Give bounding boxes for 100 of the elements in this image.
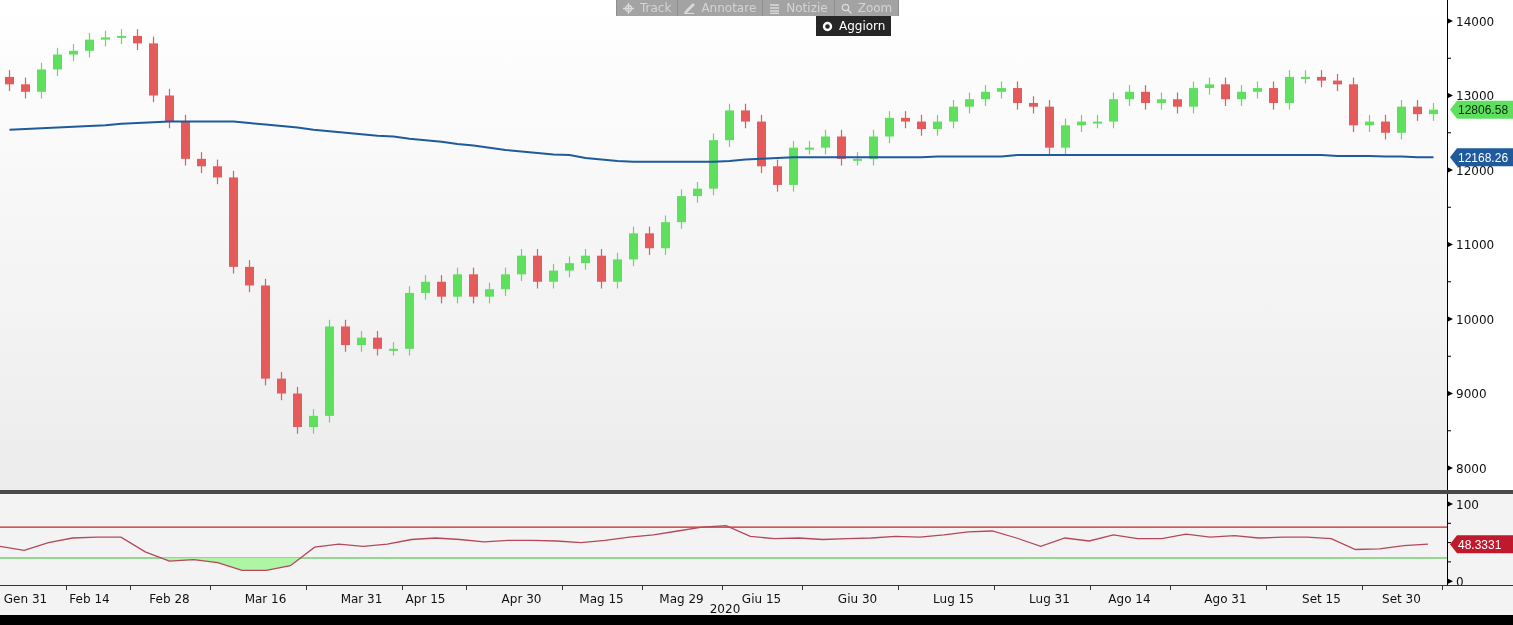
candlestick [53,47,62,77]
candlestick [1317,69,1326,88]
date-label: Apr 15 [405,592,446,606]
candlestick [165,88,174,129]
candlestick [773,159,782,193]
candlestick [645,226,654,256]
candlestick [1109,91,1118,129]
candlestick [1269,80,1278,111]
candlestick [181,114,190,167]
candlestick [437,274,446,304]
candlestick [789,140,798,193]
candlestick [149,36,158,103]
candlestick [565,255,574,278]
date-label: Set 30 [1382,592,1421,606]
year-label: 2020 [709,602,741,616]
candlestick [1221,77,1230,107]
date-label: Ago 31 [1204,592,1247,606]
candlestick [709,132,718,196]
candlestick [949,99,958,129]
candlestick [85,32,94,59]
candlestick [517,248,526,282]
candlestick [981,84,990,107]
candlestick [997,80,1006,100]
axis-label: 9000 [1456,387,1487,401]
candlestick [1285,69,1294,111]
candlestick [341,319,350,353]
candlestick [549,263,558,290]
date-label: Ago 14 [1108,592,1151,606]
candlestick [869,129,878,167]
candlestick [1173,91,1182,114]
candlestick [213,159,222,185]
date-label: Mag 15 [579,592,624,606]
candlestick [1125,84,1134,107]
candlestick [1253,80,1262,100]
candlestick [1013,80,1022,111]
candlestick [389,341,398,357]
value-tag: 48.3331 [1450,535,1513,554]
candlestick [133,28,142,51]
candlestick [245,259,254,293]
date-label: Mar 31 [340,592,383,606]
candlestick [197,151,206,174]
date-label: Mag 29 [659,592,704,606]
candlestick [453,267,462,304]
date-label: Mar 16 [244,592,287,606]
date-label: Lug 15 [933,592,974,606]
candlestick [357,330,366,353]
candlestick [1029,95,1038,114]
date-label: Feb 14 [69,592,110,606]
candlestick [613,252,622,290]
candlestick [1141,84,1150,111]
ring-icon [822,20,833,32]
candlestick [117,28,126,45]
candlestick [69,43,78,62]
candlestick [597,248,606,290]
candlestick [469,267,478,304]
date-label: Set 15 [1302,592,1341,606]
candlestick [629,226,638,267]
search-icon [840,2,852,14]
date-label: Giu 15 [741,592,782,606]
date-label: Gen 31 [3,592,48,606]
pencil-icon [684,2,696,14]
candlestick [1365,114,1374,133]
candlestick [1093,114,1102,129]
candlestick [917,114,926,137]
candlestick [1205,77,1214,96]
date-label: Giu 30 [837,592,878,606]
candlestick [821,129,830,155]
candlestick [661,214,670,256]
candlestick [1301,69,1310,85]
axis-label: 10000 [1456,312,1495,327]
candlestick [1045,99,1054,155]
candlestick [1397,99,1406,141]
candlestick [965,91,974,114]
axis-label: 100 [1456,497,1479,512]
refresh-button[interactable]: Aggiorn [816,16,892,36]
candlestick [1061,118,1070,155]
candlestick [5,69,14,92]
candlestick [1429,102,1438,122]
candlestick [37,62,46,100]
date-label: Apr 30 [501,592,542,606]
candlestick [373,330,382,357]
candlestick [741,103,750,129]
candlestick [309,408,318,435]
candlestick [277,371,286,401]
candlestick [405,285,414,357]
candlestick [1381,114,1390,141]
candlestick [1077,114,1086,133]
axis-label: 13000 [1456,89,1495,103]
candlestick [101,30,110,47]
axis-label: 11000 [1456,238,1495,252]
date-label: Lug 31 [1029,592,1070,606]
candlestick [853,151,862,167]
candlestick [581,248,590,271]
list-icon [769,2,781,14]
candlestick [1157,91,1166,111]
axis-label: 8000 [1456,461,1487,476]
candlestick [805,140,814,155]
candlestick [1333,73,1342,92]
candlestick [293,386,302,435]
candlestick [21,77,30,100]
